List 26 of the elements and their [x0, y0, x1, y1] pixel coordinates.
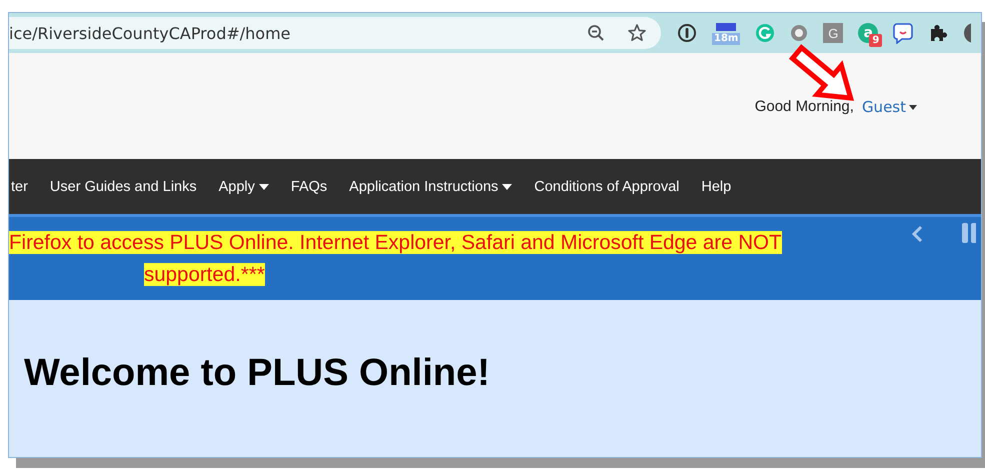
caret-icon — [258, 184, 269, 190]
greeting-text: Good Morning, — [754, 98, 854, 114]
zoom-out-icon[interactable] — [587, 24, 605, 42]
caret-icon — [502, 184, 512, 190]
info-icon[interactable] — [677, 23, 697, 43]
nav-link[interactable]: User Guides and Links — [38, 178, 208, 194]
nav-link[interactable]: Conditions of Approval — [523, 178, 690, 194]
record-icon[interactable] — [790, 24, 808, 42]
caret-icon — [909, 104, 917, 110]
pause-icon[interactable] — [962, 223, 976, 243]
nav-link[interactable]: Help — [690, 178, 742, 194]
user-menu-button[interactable]: Guest — [862, 98, 917, 116]
puzzle-icon[interactable] — [928, 23, 948, 43]
url-text: ice/RiversideCountyCAProd#/home — [9, 24, 292, 42]
nav-menu[interactable]: Application Instructions — [338, 178, 524, 194]
browser-warning: Firefox to access PLUS Online. Internet Explorer, Safari and Microsoft Edge are NOT supported.*** — [9, 230, 783, 288]
chat-bubble-icon[interactable] — [893, 22, 914, 44]
welcome-heading: Welcome to PLUS Online! — [24, 352, 490, 395]
previous-icon[interactable] — [911, 225, 923, 243]
nav-menu[interactable]: Apply — [208, 178, 280, 194]
nav-link[interactable]: ter — [9, 178, 39, 194]
address-bar[interactable]: ice/RiversideCountyCAProd#/home — [9, 17, 661, 49]
profile-avatar[interactable] — [963, 22, 972, 44]
count-badge: 9 — [869, 34, 882, 47]
star-icon[interactable] — [627, 23, 647, 43]
nav-link[interactable]: FAQs — [280, 178, 338, 194]
